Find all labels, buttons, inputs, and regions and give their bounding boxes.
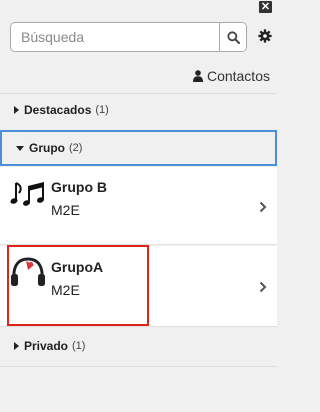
gear-icon[interactable]: [258, 29, 272, 43]
section-count: (1): [72, 340, 86, 352]
search-input[interactable]: [11, 23, 219, 51]
section-private[interactable]: Privado (1): [0, 330, 277, 362]
group-name: GrupoA: [51, 259, 104, 275]
group-subtitle: M2E: [51, 202, 80, 218]
contacts-link[interactable]: Contactos: [192, 68, 270, 84]
user-icon: [192, 70, 203, 82]
section-group[interactable]: Grupo (2): [0, 130, 277, 166]
section-title: Destacados: [24, 103, 92, 117]
group-item[interactable]: Grupo B M2E: [0, 167, 277, 245]
contacts-label: Contactos: [206, 68, 270, 84]
chevron-right-icon: [259, 201, 267, 213]
section-count: (2): [69, 142, 83, 154]
group-item[interactable]: GrupoA M2E: [0, 246, 277, 326]
chevron-right-icon: [14, 342, 19, 350]
divider: [0, 366, 277, 367]
chevron-right-icon: [259, 281, 267, 293]
section-count: (1): [95, 104, 109, 116]
close-icon[interactable]: ✕: [259, 1, 272, 13]
headphones-icon: [11, 257, 45, 286]
music-notes-icon: [10, 182, 44, 206]
search-icon: [226, 30, 240, 44]
section-title: Privado: [24, 339, 69, 353]
search-button[interactable]: [219, 23, 246, 51]
chevron-right-icon: [14, 106, 19, 114]
search-box: [10, 22, 247, 52]
group-subtitle: M2E: [51, 282, 80, 298]
section-title: Grupo: [29, 141, 65, 155]
chevron-down-icon: [16, 145, 24, 151]
section-featured[interactable]: Destacados (1): [0, 94, 277, 126]
group-name: Grupo B: [51, 179, 107, 195]
contacts-panel: ✕ Contactos: [0, 0, 277, 412]
divider: [0, 326, 277, 327]
